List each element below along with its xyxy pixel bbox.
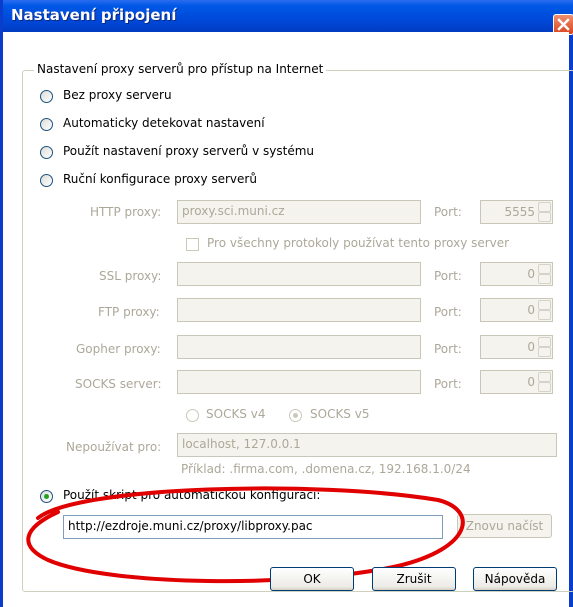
group-legend: Nastavení proxy serverů pro přístup na I… bbox=[34, 62, 327, 76]
socks-port-label: Port: bbox=[434, 377, 462, 391]
socks-port-value: 0 bbox=[527, 375, 535, 389]
window-title: Nastavení připojení bbox=[11, 6, 177, 24]
spin-up-icon[interactable] bbox=[538, 372, 551, 382]
ssl-port-value: 0 bbox=[527, 267, 535, 281]
ssl-port-stepper[interactable]: 0 bbox=[480, 262, 553, 286]
ssl-proxy-label: SSL proxy: bbox=[99, 269, 162, 283]
radio-no-proxy[interactable] bbox=[40, 90, 53, 103]
spin-up-icon[interactable] bbox=[538, 300, 551, 310]
socks-server-label: SOCKS server: bbox=[75, 377, 162, 391]
ssl-port-label: Port: bbox=[434, 269, 462, 283]
ftp-port-value: 0 bbox=[527, 303, 535, 317]
gopher-port-label: Port: bbox=[434, 342, 462, 356]
gopher-proxy-input[interactable] bbox=[177, 335, 421, 359]
http-port-stepper[interactable]: 5555 bbox=[480, 200, 553, 224]
share-proxy-label: Pro všechny protokoly používat tento pro… bbox=[207, 236, 510, 250]
spin-up-icon[interactable] bbox=[538, 202, 551, 212]
label-socks-v5: SOCKS v5 bbox=[310, 407, 370, 421]
http-proxy-label: HTTP proxy: bbox=[90, 205, 162, 219]
title-bar[interactable]: Nastavení připojení bbox=[3, 0, 573, 35]
socks-server-input[interactable] bbox=[177, 370, 421, 394]
share-proxy-checkbox[interactable] bbox=[186, 238, 199, 251]
no-proxy-input[interactable]: localhost, 127.0.0.1 bbox=[177, 433, 557, 457]
gopher-port-value: 0 bbox=[527, 340, 535, 354]
socks-port-stepper[interactable]: 0 bbox=[480, 370, 553, 394]
gopher-port-stepper[interactable]: 0 bbox=[480, 335, 553, 359]
ok-button[interactable]: OK bbox=[270, 567, 354, 591]
http-port-label: Port: bbox=[434, 205, 462, 219]
ssl-proxy-input[interactable] bbox=[177, 262, 421, 286]
spin-down-icon[interactable] bbox=[538, 310, 551, 320]
label-socks-v4: SOCKS v4 bbox=[206, 407, 266, 421]
radio-socks-v5[interactable] bbox=[289, 409, 302, 422]
help-button[interactable]: Nápověda bbox=[473, 567, 557, 591]
spin-down-icon[interactable] bbox=[538, 347, 551, 357]
label-auto-detect[interactable]: Automaticky detekovat nastavení bbox=[63, 116, 265, 130]
label-no-proxy[interactable]: Bez proxy serveru bbox=[63, 88, 172, 102]
label-system-proxy[interactable]: Použít nastavení proxy serverů v systému bbox=[63, 144, 314, 158]
spin-down-icon[interactable] bbox=[538, 212, 551, 222]
gopher-proxy-label: Gopher proxy: bbox=[76, 342, 161, 356]
ftp-proxy-label: FTP proxy: bbox=[98, 305, 160, 319]
spin-up-icon[interactable] bbox=[538, 264, 551, 274]
ftp-port-label: Port: bbox=[434, 305, 462, 319]
reload-button[interactable]: Znovu načíst bbox=[457, 514, 552, 538]
close-icon bbox=[557, 18, 570, 31]
http-proxy-input[interactable]: proxy.sci.muni.cz bbox=[177, 200, 421, 224]
http-port-value: 5555 bbox=[504, 205, 535, 219]
radio-manual-proxy[interactable] bbox=[40, 174, 53, 187]
no-proxy-label: Nepoužívat pro: bbox=[66, 440, 162, 454]
radio-system-proxy[interactable] bbox=[40, 146, 53, 159]
radio-auto-detect[interactable] bbox=[40, 118, 53, 131]
label-manual-proxy[interactable]: Ruční konfigurace proxy serverů bbox=[63, 172, 257, 186]
spin-up-icon[interactable] bbox=[538, 337, 551, 347]
radio-socks-v4[interactable] bbox=[186, 409, 199, 422]
cancel-button[interactable]: Zrušit bbox=[372, 567, 456, 591]
spin-down-icon[interactable] bbox=[538, 382, 551, 392]
spin-down-icon[interactable] bbox=[538, 274, 551, 284]
no-proxy-example: Příklad: .firma.com, .domena.cz, 192.168… bbox=[181, 462, 471, 476]
ftp-proxy-input[interactable] bbox=[177, 298, 421, 322]
ftp-port-stepper[interactable]: 0 bbox=[480, 298, 553, 322]
